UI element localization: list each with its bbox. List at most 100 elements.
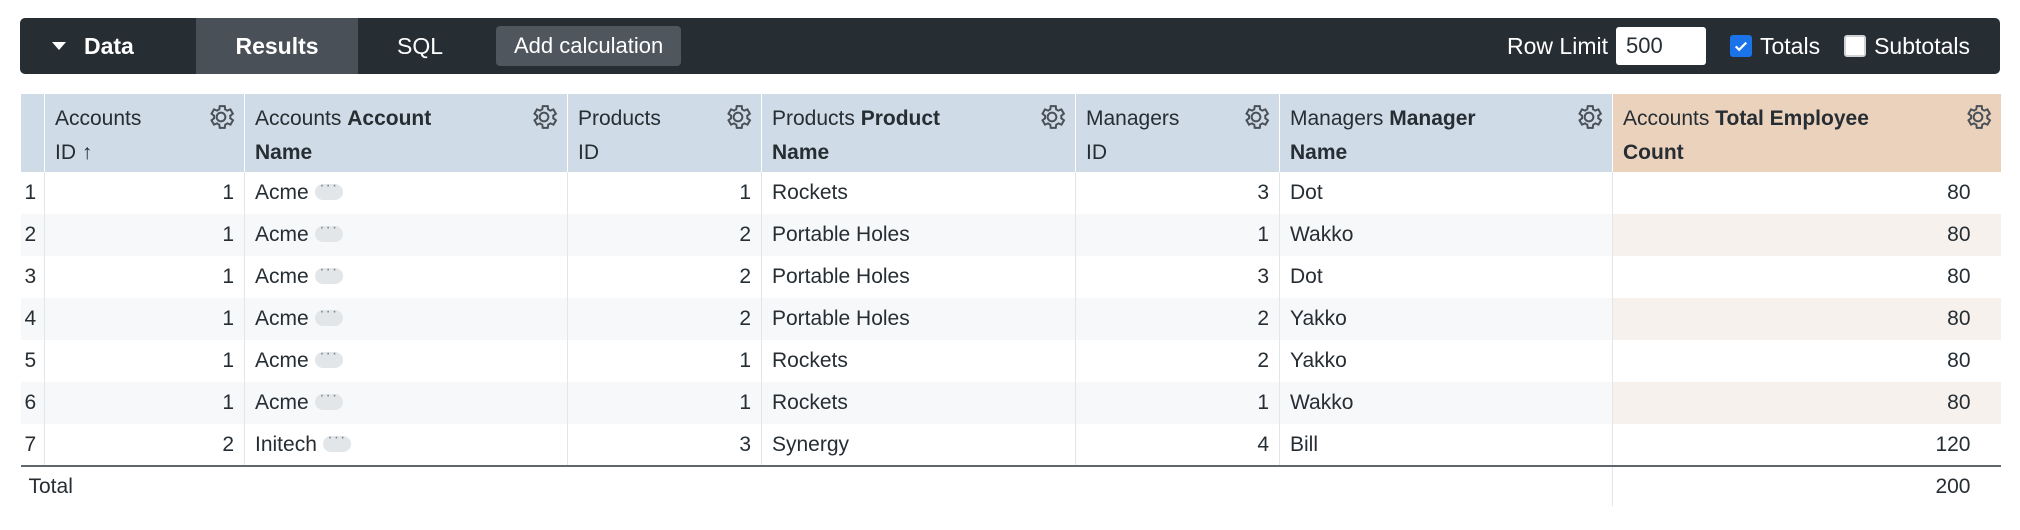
cell-accounts-id-value: 1 xyxy=(222,307,234,330)
cell-total-employee-count[interactable]: 80 xyxy=(1612,214,2001,256)
cell-manager-name[interactable]: Yakko xyxy=(1279,340,1613,382)
header-field: ID xyxy=(578,141,599,164)
gear-icon[interactable] xyxy=(1241,102,1271,132)
cell-accounts-id[interactable]: 1 xyxy=(44,214,245,256)
tab-sql[interactable]: SQL xyxy=(358,18,482,74)
cell-account-name[interactable]: Acme xyxy=(244,298,568,340)
table-row: 2 1 Acme 2 Portable Holes 1 Wakko 80 xyxy=(20,214,2001,256)
cell-accounts-id[interactable]: 1 xyxy=(44,298,245,340)
cell-account-name[interactable]: Acme xyxy=(244,382,568,424)
tab-data-label: Data xyxy=(84,32,134,59)
cell-account-name[interactable]: Acme xyxy=(244,256,568,298)
cell-managers-id[interactable]: 1 xyxy=(1075,214,1280,256)
more-options-icon[interactable] xyxy=(314,345,343,369)
cell-manager-name[interactable]: Wakko xyxy=(1279,214,1613,256)
more-options-icon[interactable] xyxy=(314,261,343,285)
gear-icon[interactable] xyxy=(1574,102,1604,132)
add-calculation-button[interactable]: Add calculation xyxy=(496,26,682,66)
column-header-accounts-total-employee-count[interactable]: Accounts Total Employee Count xyxy=(1612,94,2001,172)
cell-manager-name[interactable]: Wakko xyxy=(1279,382,1613,424)
column-header-accounts-account-name[interactable]: Accounts Account Name xyxy=(244,94,568,172)
cell-products-id[interactable]: 2 xyxy=(567,214,762,256)
gear-icon[interactable] xyxy=(206,102,236,132)
cell-managers-id-value: 3 xyxy=(1257,265,1269,288)
column-header-products-product-name[interactable]: Products Product Name xyxy=(761,94,1076,172)
subtotals-checkbox[interactable]: Subtotals xyxy=(1844,33,1970,60)
cell-products-id[interactable]: 1 xyxy=(567,340,762,382)
cell-accounts-id[interactable]: 1 xyxy=(44,340,245,382)
cell-account-name[interactable]: Initech xyxy=(244,424,568,466)
column-header-accounts-id[interactable]: Accounts ID ↑ xyxy=(44,94,245,172)
cell-account-name[interactable]: Acme xyxy=(244,214,568,256)
gear-icon[interactable] xyxy=(723,102,753,132)
cell-products-id[interactable]: 1 xyxy=(567,172,762,214)
cell-account-name-value: Acme xyxy=(255,349,309,372)
cell-account-name-value: Acme xyxy=(255,181,309,204)
cell-managers-id[interactable]: 3 xyxy=(1075,172,1280,214)
cell-total-employee-count[interactable]: 80 xyxy=(1612,172,2001,214)
cell-total-employee-count-value: 80 xyxy=(1947,307,1971,330)
cell-product-name[interactable]: Rockets xyxy=(761,382,1076,424)
cell-product-name[interactable]: Synergy xyxy=(761,424,1076,466)
cell-managers-id[interactable]: 2 xyxy=(1075,340,1280,382)
cell-products-id-value: 3 xyxy=(739,432,751,456)
cell-total-employee-count[interactable]: 120 xyxy=(1612,424,2001,466)
cell-products-id[interactable]: 2 xyxy=(567,298,762,340)
cell-account-name[interactable]: Acme xyxy=(244,172,568,214)
cell-product-name[interactable]: Portable Holes xyxy=(761,256,1076,298)
cell-product-name-value: Rockets xyxy=(772,349,848,372)
cell-products-id[interactable]: 3 xyxy=(567,424,762,466)
cell-manager-name[interactable]: Yakko xyxy=(1279,298,1613,340)
tab-data[interactable]: Data xyxy=(20,18,196,74)
cell-account-name[interactable]: Acme xyxy=(244,340,568,382)
cell-product-name[interactable]: Rockets xyxy=(761,172,1076,214)
cell-managers-id[interactable]: 2 xyxy=(1075,298,1280,340)
cell-manager-name[interactable]: Bill xyxy=(1279,424,1613,466)
cell-total-employee-count-value: 80 xyxy=(1947,391,1971,414)
more-options-icon[interactable] xyxy=(322,429,351,452)
more-options-icon[interactable] xyxy=(314,219,343,243)
cell-total-employee-count[interactable]: 80 xyxy=(1612,298,2001,340)
cell-manager-name-value: Bill xyxy=(1290,432,1319,456)
cell-managers-id[interactable]: 1 xyxy=(1075,382,1280,424)
subtotals-label: Subtotals xyxy=(1874,32,1970,59)
cell-product-name[interactable]: Portable Holes xyxy=(761,298,1076,340)
totals-checkbox[interactable]: Totals xyxy=(1730,33,1820,60)
cell-total-employee-count[interactable]: 80 xyxy=(1612,382,2001,424)
row-limit-input[interactable] xyxy=(1616,27,1706,65)
gear-icon[interactable] xyxy=(529,102,559,132)
more-options-icon[interactable] xyxy=(314,177,343,201)
cell-total-employee-count[interactable]: 80 xyxy=(1612,340,2001,382)
column-header-managers-manager-name[interactable]: Managers Manager Name xyxy=(1279,94,1613,172)
cell-accounts-id[interactable]: 2 xyxy=(44,424,245,466)
cell-products-id[interactable]: 1 xyxy=(567,382,762,424)
cell-manager-name[interactable]: Dot xyxy=(1279,172,1613,214)
cell-accounts-id[interactable]: 1 xyxy=(44,172,245,214)
total-employee-count[interactable]: 200 xyxy=(1612,465,2001,506)
more-options-icon[interactable] xyxy=(314,387,343,411)
column-header-products-id[interactable]: Products ID xyxy=(567,94,762,172)
cell-managers-id[interactable]: 4 xyxy=(1075,424,1280,466)
cell-accounts-id[interactable]: 1 xyxy=(44,382,245,424)
checkbox-checked-icon[interactable] xyxy=(1730,35,1752,57)
cell-accounts-id[interactable]: 1 xyxy=(44,256,245,298)
checkbox-unchecked-icon[interactable] xyxy=(1844,35,1867,57)
column-header-managers-id[interactable]: Managers ID xyxy=(1075,94,1280,172)
cell-products-id[interactable]: 2 xyxy=(567,256,762,298)
header-field-cont: Name xyxy=(772,141,830,164)
row-number-value: 1 xyxy=(24,181,37,204)
gear-icon[interactable] xyxy=(1963,102,1993,132)
sort-asc-icon[interactable]: ↑ xyxy=(82,141,93,164)
cell-managers-id[interactable]: 3 xyxy=(1075,256,1280,298)
cell-manager-name[interactable]: Dot xyxy=(1279,256,1613,298)
gear-icon[interactable] xyxy=(1037,102,1067,132)
header-field: Account xyxy=(347,107,432,130)
cell-total-employee-count[interactable]: 80 xyxy=(1612,256,2001,298)
cell-manager-name-value: Yakko xyxy=(1290,349,1347,372)
table-row: 4 1 Acme 2 Portable Holes 2 Yakko 80 xyxy=(20,298,2001,340)
cell-product-name[interactable]: Portable Holes xyxy=(761,214,1076,256)
tab-results[interactable]: Results xyxy=(196,18,358,74)
header-field: Manager xyxy=(1389,107,1476,130)
more-options-icon[interactable] xyxy=(314,303,343,327)
cell-product-name[interactable]: Rockets xyxy=(761,340,1076,382)
